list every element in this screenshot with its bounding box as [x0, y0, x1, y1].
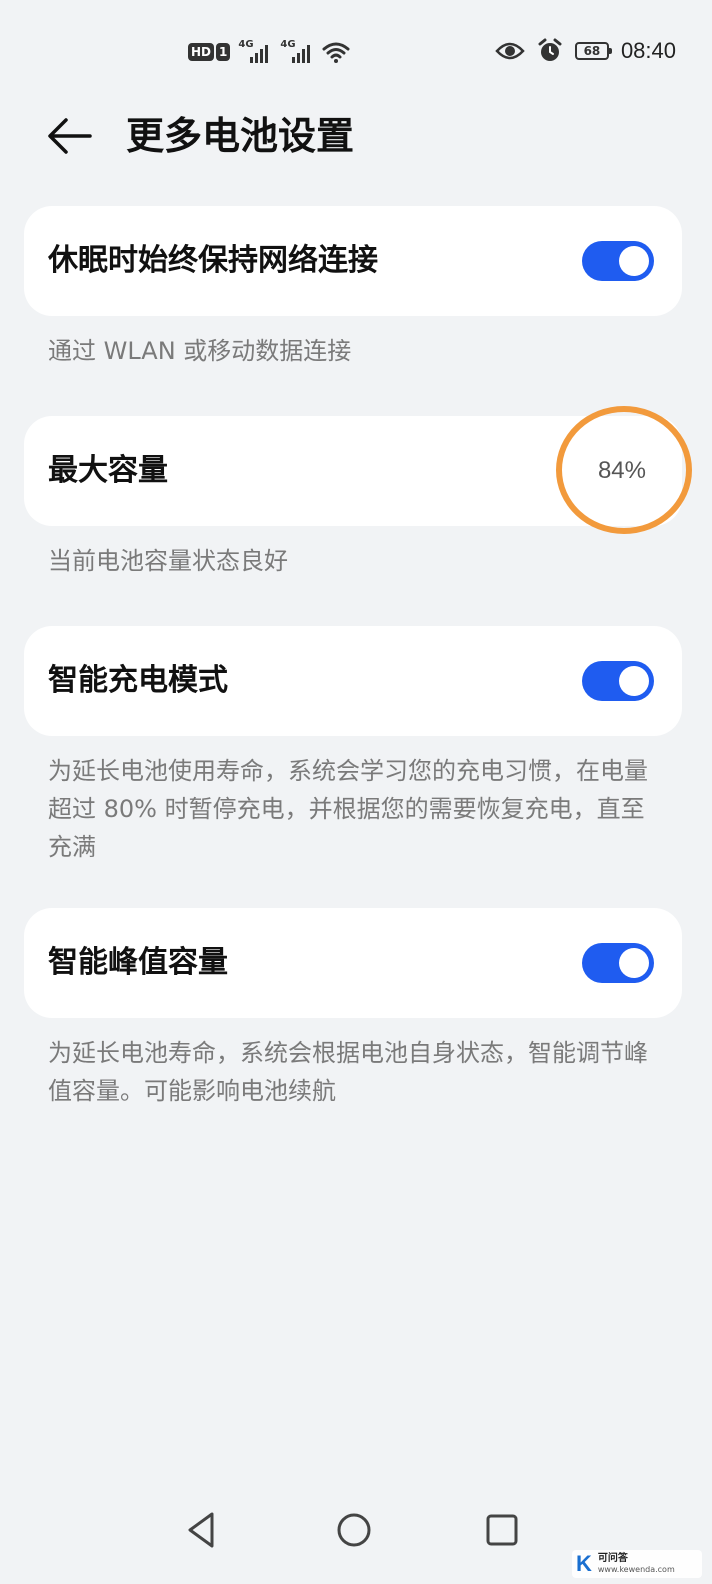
- watermark-logo: K 可问答 www.kewenda.com: [572, 1550, 702, 1578]
- status-bar-left: HD 1 4G 4G: [188, 38, 350, 66]
- clock: 08:40: [620, 38, 676, 63]
- signal-icon: 4G: [280, 39, 314, 65]
- back-triangle-icon[interactable]: [180, 1508, 224, 1552]
- toggle-knob: [619, 666, 649, 696]
- setting-smart-charging-card[interactable]: 智能充电模式: [24, 626, 682, 736]
- setting-label: 智能峰值容量: [48, 945, 228, 980]
- alarm-icon: [538, 38, 562, 61]
- smart-peak-capacity-toggle[interactable]: [582, 943, 654, 983]
- recents-square-icon[interactable]: [480, 1508, 524, 1552]
- page-title: 更多电池设置: [126, 114, 355, 158]
- battery-icon: 68: [574, 42, 612, 60]
- wifi-icon: [322, 42, 350, 63]
- sim-badge: 1: [216, 43, 231, 61]
- back-arrow-icon[interactable]: [44, 114, 94, 158]
- signal-icon: 4G: [238, 39, 272, 65]
- hd-badge: HD: [188, 43, 215, 61]
- home-circle-icon[interactable]: [332, 1508, 376, 1552]
- highlight-circle-annotation: [556, 406, 692, 534]
- setting-label: 智能充电模式: [48, 663, 228, 698]
- setting-description: 为延长电池寿命，系统会根据电池自身状态，智能调节峰值容量。可能影响电池续航: [48, 1039, 648, 1105]
- setting-description: 为延长电池使用寿命，系统会学习您的充电习惯，在电量超过 80% 时暂停充电，并根…: [48, 757, 648, 861]
- setting-label: 最大容量: [48, 453, 168, 488]
- keep-network-toggle[interactable]: [582, 241, 654, 281]
- watermark-url: www.kewenda.com: [597, 1565, 675, 1574]
- setting-label: 休眠时始终保持网络连接: [48, 243, 378, 278]
- smart-charging-toggle[interactable]: [582, 661, 654, 701]
- eye-icon: [495, 42, 525, 60]
- setting-description: 当前电池容量状态良好: [48, 547, 288, 575]
- setting-smart-peak-capacity-card[interactable]: 智能峰值容量: [24, 908, 682, 1018]
- status-bar-right: 68 08:40: [495, 34, 676, 68]
- status-bar: HD 1 4G 4G 68 08:40: [0, 0, 712, 100]
- setting-description: 通过 WLAN 或移动数据连接: [48, 337, 352, 365]
- watermark-letter: K: [576, 1551, 592, 1576]
- toggle-knob: [619, 948, 649, 978]
- setting-keep-network-card[interactable]: 休眠时始终保持网络连接: [24, 206, 682, 316]
- battery-level: 68: [583, 44, 601, 58]
- watermark-site-name: 可问答: [597, 1553, 628, 1564]
- toggle-knob: [619, 246, 649, 276]
- hd-indicator: HD 1: [188, 43, 231, 61]
